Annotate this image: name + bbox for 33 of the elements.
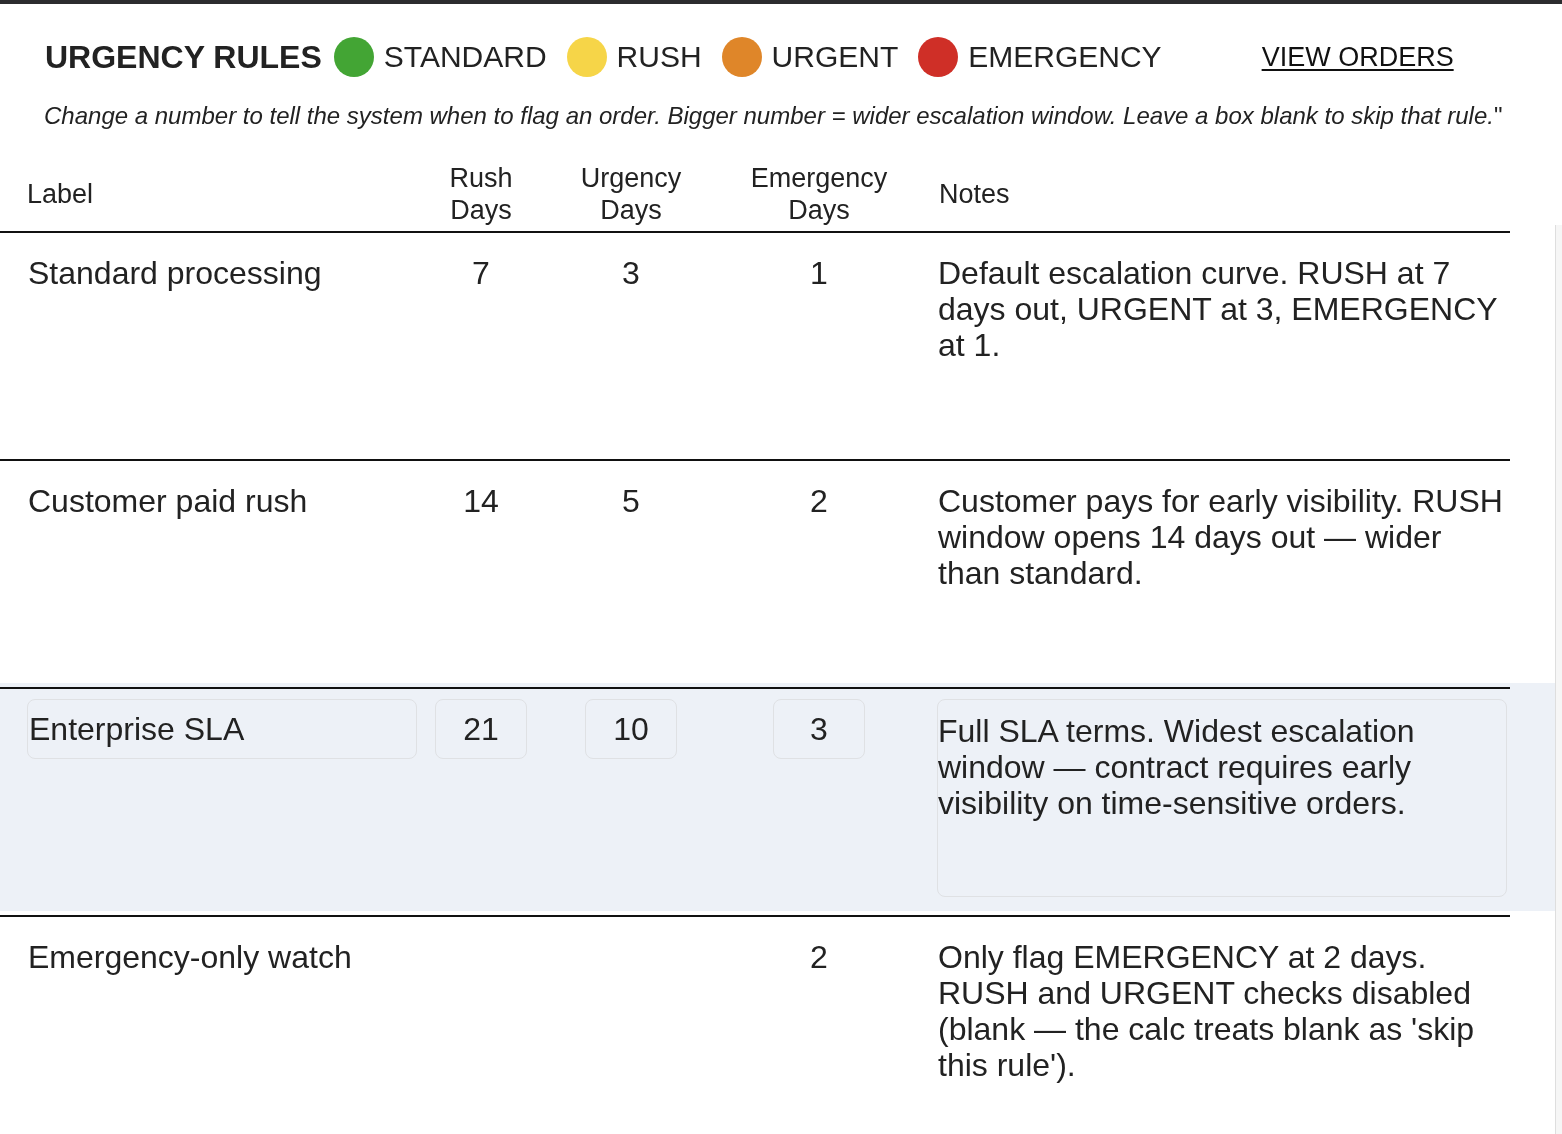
rush-days-value: 7: [471, 255, 491, 291]
view-orders-link[interactable]: VIEW ORDERS: [1261, 40, 1454, 74]
column-header: Urgency Days: [580, 161, 682, 226]
column-header: Rush Days: [449, 161, 513, 226]
rule-notes: Default escalation curve. RUSH at 7 days out, URGENT at 3, EMERGENCY at 1.: [937, 255, 1498, 363]
emergency-days-value: 2: [809, 939, 829, 975]
rush-days-value: 14: [462, 483, 500, 519]
legend-label: STANDARD: [383, 39, 547, 75]
urgency-days-input[interactable]: 10: [585, 699, 677, 759]
instructions-text: Change a number to tell the system when to flag an order. Bigger number = wider escalation window. Leave a box blank to skip that rule.": [44, 102, 1503, 130]
legend-label: URGENT: [771, 39, 899, 75]
emergency-days-value: 2: [809, 483, 829, 519]
emergency-days-input[interactable]: 3: [773, 699, 865, 759]
page-title: URGENCY RULES: [45, 38, 322, 77]
rule-label: Standard processing: [27, 255, 323, 291]
rule-label: Customer paid rush: [27, 483, 309, 519]
column-header: Notes: [939, 177, 1010, 210]
rule-notes: Only flag EMERGENCY at 2 days. RUSH and URGENT checks disabled (blank — the calc treats blank as 'skip this rule').: [937, 939, 1476, 1083]
rush-days-input[interactable]: 21: [435, 699, 527, 759]
rule-label: Emergency-only watch: [27, 939, 353, 975]
rule-notes: Customer pays for early visibility. RUSH window opens 14 days out — wider than standard.: [937, 483, 1504, 591]
urgency-days-value: 3: [621, 255, 641, 291]
column-header: Emergency Days: [750, 161, 888, 226]
column-header: Label: [27, 177, 94, 210]
table-row[interactable]: Enterprise SLA 21 10 3 Full SLA terms. Widest escalation window — contract requires early visibility on time-sensitive orders.: [0, 683, 1555, 911]
table-row[interactable]: Standard processing 7 3 1 Default escalation curve. RUSH at 7 days out, URGENT at 3, EMERGENCY at 1.: [0, 227, 1555, 455]
urgency-days-value: 5: [621, 483, 641, 519]
notes-textarea[interactable]: Full SLA terms. Widest escalation window — contract requires early visibility on time-sensitive orders.: [937, 699, 1507, 897]
legend-label: RUSH: [616, 39, 702, 75]
table-row[interactable]: Emergency-only watch 2 Only flag EMERGENCY at 2 days. RUSH and URGENT checks disabled (blank — the calc treats blank as 'skip this rule').: [0, 911, 1555, 1134]
emergency-days-value: 1: [809, 255, 829, 291]
legend-label: EMERGENCY: [968, 39, 1162, 75]
rule-label-input[interactable]: Enterprise SLA: [27, 699, 417, 759]
